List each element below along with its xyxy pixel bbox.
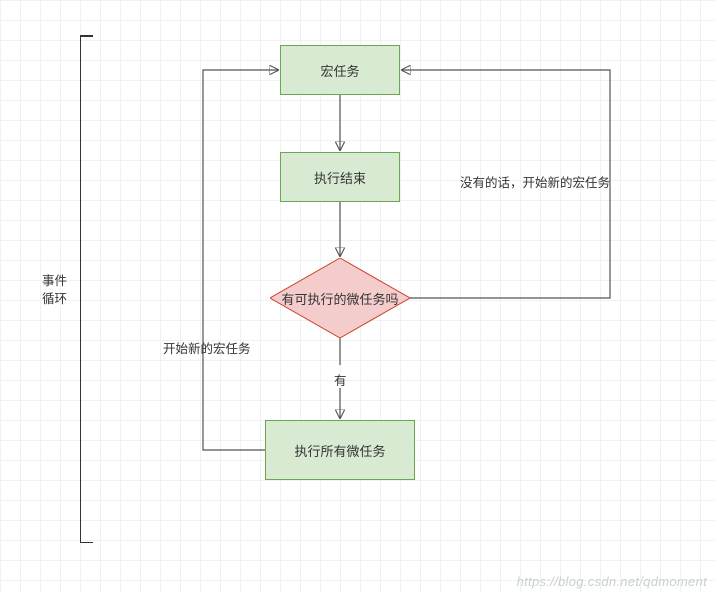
node-exec-end: 执行结束 <box>280 152 400 202</box>
bracket-event-loop <box>80 35 81 543</box>
bracket-label-line2: 循环 <box>42 288 67 307</box>
node-exec-all-micro: 执行所有微任务 <box>265 420 415 480</box>
bracket-label-line1: 事件 <box>42 270 67 289</box>
edge-label-yes: 有 <box>334 370 347 389</box>
edge-label-start-new: 开始新的宏任务 <box>163 338 251 357</box>
node-macro-task: 宏任务 <box>280 45 400 95</box>
watermark: https://blog.csdn.net/qdmoment <box>517 574 707 589</box>
edge-label-no: 没有的话，开始新的宏任务 <box>460 172 610 191</box>
node-has-microtask: 有可执行的微任务吗 <box>270 258 410 338</box>
flowchart-canvas: 事件 循环 宏任务 执行结束 有可执行的微任务吗 执行所有微任务 没有的话，开始… <box>0 0 715 593</box>
node-has-microtask-label: 有可执行的微任务吗 <box>270 258 410 338</box>
